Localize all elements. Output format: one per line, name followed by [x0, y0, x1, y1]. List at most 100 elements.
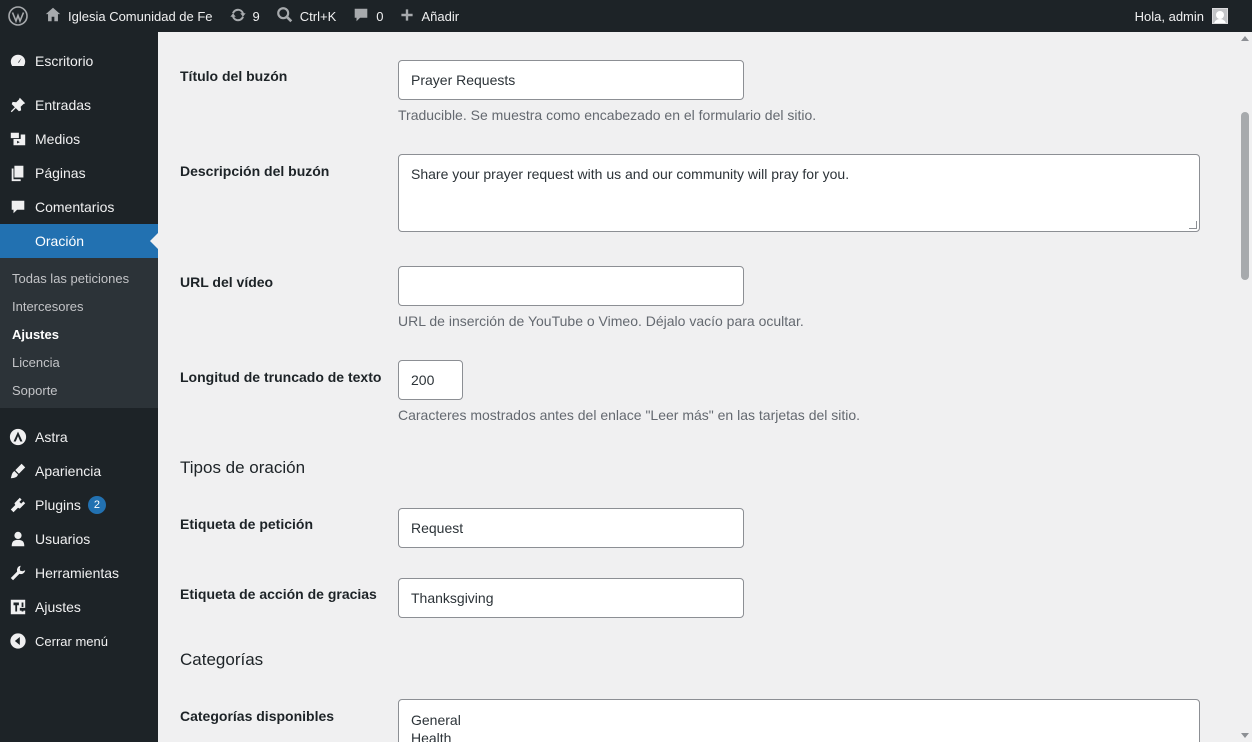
plus-icon [399, 7, 415, 26]
category-item: General [411, 712, 461, 728]
request-label-input[interactable]: Request [398, 508, 744, 548]
resize-grip-icon[interactable] [1189, 221, 1197, 229]
add-new-link[interactable]: Añadir [391, 0, 467, 32]
mailbox-description-field-wrap: Share your prayer request with us and ou… [398, 154, 1200, 232]
pages-icon [8, 163, 28, 183]
menu-item-ajustes[interactable]: Ajustes [0, 590, 158, 624]
comments-link[interactable]: 0 [344, 0, 391, 32]
blank-icon [8, 231, 28, 251]
menu-item-label: Astra [35, 429, 68, 445]
plugins-icon [8, 495, 28, 515]
menu-item-entradas[interactable]: Entradas [0, 88, 158, 122]
page-scrollbar[interactable] [1238, 32, 1252, 742]
submenu-item-intercesores[interactable]: Intercesores [0, 292, 158, 320]
my-account[interactable]: Hola, admin [1135, 8, 1252, 24]
admin-bar: Iglesia Comunidad de Fe 9 Ctrl+K 0 Añadi… [0, 0, 1252, 32]
mailbox-title-label: Título del buzón [180, 68, 288, 84]
category-item: Health [411, 730, 452, 742]
request-label-label: Etiqueta de petición [180, 516, 314, 532]
video-url-field-wrap: URL de inserción de YouTube o Vimeo. Déj… [398, 266, 804, 329]
available-categories-textarea[interactable]: General Health [398, 699, 1200, 742]
mailbox-title-description: Traducible. Se muestra como encabezado e… [398, 107, 817, 123]
media-icon [8, 129, 28, 149]
menu-item-oracion[interactable]: Oración [0, 224, 158, 258]
scroll-up-arrow-icon[interactable] [1241, 36, 1249, 41]
menu-item-paginas[interactable]: Páginas [0, 156, 158, 190]
thanksgiving-label-field-wrap: Thanksgiving [398, 578, 744, 618]
menu-item-label: Medios [35, 131, 81, 147]
truncate-length-input[interactable]: 200 [398, 360, 463, 400]
search-link[interactable]: Ctrl+K [268, 0, 344, 32]
request-label-field-wrap: Request [398, 508, 744, 548]
mailbox-title-input[interactable]: Prayer Requests [398, 60, 744, 100]
oracion-submenu: Todas las peticiones Intercesores Ajuste… [0, 258, 158, 408]
home-icon [44, 6, 62, 27]
truncate-length-field-wrap: 200 Caracteres mostrados antes del enlac… [398, 360, 860, 423]
menu-item-label: Herramientas [35, 565, 120, 581]
pin-icon [8, 95, 28, 115]
avatar [1212, 8, 1228, 24]
menu-item-comentarios[interactable]: Comentarios [0, 190, 158, 224]
menu-item-label: Escritorio [35, 53, 94, 69]
updates-link[interactable]: 9 [221, 0, 268, 32]
scroll-down-arrow-icon[interactable] [1241, 733, 1249, 738]
thanksgiving-label-label: Etiqueta de acción de gracias [180, 586, 377, 602]
available-categories-field-wrap: General Health [398, 699, 1200, 742]
menu-item-label: Páginas [35, 165, 86, 181]
users-icon [8, 529, 28, 549]
astra-icon [8, 427, 28, 447]
truncate-length-description: Caracteres mostrados antes del enlace "L… [398, 407, 861, 423]
comment-icon [352, 6, 370, 27]
appearance-icon [8, 461, 28, 481]
updates-count: 9 [252, 8, 260, 24]
menu-item-label: Entradas [35, 97, 92, 113]
settings-icon [8, 597, 28, 617]
menu-item-label: Plugins [35, 497, 81, 513]
menu-item-label: Cerrar menú [35, 633, 108, 649]
menu-item-usuarios[interactable]: Usuarios [0, 522, 158, 556]
submenu-item-todas-las-peticiones[interactable]: Todas las peticiones [0, 264, 158, 292]
menu-item-label: Comentarios [35, 199, 115, 215]
menu-item-astra[interactable]: Astra [0, 420, 158, 454]
menu-item-label: Usuarios [35, 531, 91, 547]
comments-icon [8, 197, 28, 217]
truncate-length-label: Longitud de truncado de texto [180, 369, 382, 385]
site-name-link[interactable]: Iglesia Comunidad de Fe [36, 0, 221, 32]
submenu-item-soporte[interactable]: Soporte [0, 376, 158, 404]
tools-icon [8, 563, 28, 583]
settings-form: Título del buzón Prayer Requests Traduci… [158, 32, 1238, 742]
video-url-input[interactable] [398, 266, 744, 306]
collapse-icon [8, 631, 28, 651]
video-url-description: URL de inserción de YouTube o Vimeo. Déj… [398, 313, 804, 329]
add-new-label: Añadir [421, 8, 460, 24]
mailbox-description-textarea[interactable]: Share your prayer request with us and ou… [398, 154, 1200, 232]
greeting: Hola, admin [1134, 8, 1204, 24]
search-shortcut: Ctrl+K [299, 8, 337, 24]
menu-item-apariencia[interactable]: Apariencia [0, 454, 158, 488]
menu-item-plugins[interactable]: Plugins 2 [0, 488, 158, 522]
site-name: Iglesia Comunidad de Fe [68, 8, 213, 24]
menu-item-label: Ajustes [35, 599, 81, 615]
mailbox-title-field-wrap: Prayer Requests Traducible. Se muestra c… [398, 60, 816, 123]
submenu-item-ajustes[interactable]: Ajustes [0, 320, 158, 348]
menu-item-herramientas[interactable]: Herramientas [0, 556, 158, 590]
mailbox-description-text: Share your prayer request with us and ou… [411, 166, 850, 182]
menu-item-label: Oración [35, 233, 85, 249]
search-icon [276, 6, 294, 27]
mailbox-description-label: Descripción del buzón [180, 163, 330, 179]
prayer-types-heading: Tipos de oración [180, 458, 306, 477]
available-categories-label: Categorías disponibles [180, 708, 335, 724]
collapse-menu-button[interactable]: Cerrar menú [0, 624, 158, 658]
categories-heading: Categorías [180, 650, 264, 669]
scrollbar-thumb[interactable] [1241, 112, 1249, 280]
menu-item-medios[interactable]: Medios [0, 122, 158, 156]
dashboard-icon [8, 51, 28, 71]
submenu-item-licencia[interactable]: Licencia [0, 348, 158, 376]
updates-icon [229, 6, 247, 27]
menu-item-escritorio[interactable]: Escritorio [0, 44, 158, 78]
menu-item-label: Apariencia [35, 463, 102, 479]
plugins-update-badge: 2 [87, 496, 106, 514]
wordpress-logo-icon[interactable] [0, 0, 36, 32]
thanksgiving-label-input[interactable]: Thanksgiving [398, 578, 744, 618]
admin-menu: Escritorio Entradas Medios Páginas Comen… [0, 32, 158, 742]
